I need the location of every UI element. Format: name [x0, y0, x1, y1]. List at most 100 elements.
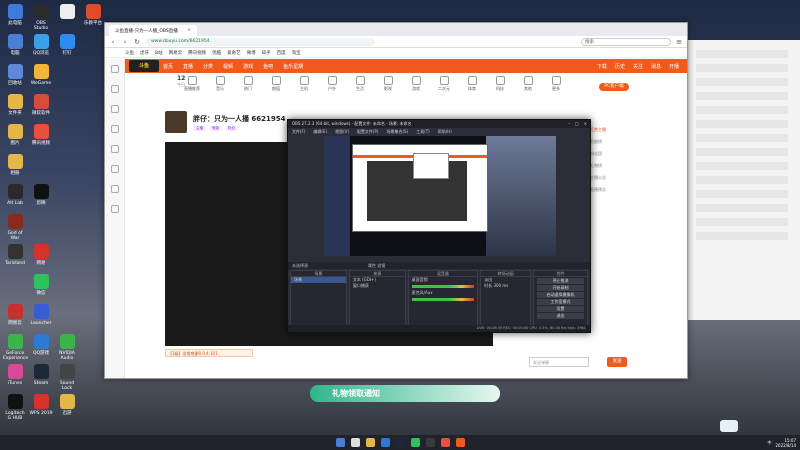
- obs-control-button[interactable]: 开始录制: [537, 285, 584, 291]
- category-item[interactable]: 音乐: [209, 76, 231, 92]
- nav-item[interactable]: 视频: [223, 63, 233, 70]
- bookmark-item[interactable]: 网易云: [169, 50, 183, 56]
- obs-control-button[interactable]: 退出: [537, 313, 584, 319]
- category-item[interactable]: 体育: [461, 76, 483, 92]
- panel-line[interactable]: 直播预告: [590, 187, 686, 193]
- rail-item[interactable]: [105, 199, 124, 219]
- obs-menu-item[interactable]: 文件(F): [292, 128, 305, 135]
- category-item[interactable]: 其他: [517, 76, 539, 92]
- panel-line[interactable]: 主播公告: [590, 175, 686, 181]
- rail-item[interactable]: [105, 59, 124, 79]
- desktop-icon[interactable]: 文件夹: [3, 94, 27, 116]
- category-item[interactable]: 二次元: [433, 76, 455, 92]
- source-item[interactable]: 窗口捕获: [350, 283, 405, 289]
- app-icon[interactable]: [440, 438, 450, 447]
- rail-item[interactable]: [105, 159, 124, 179]
- rail-item[interactable]: [105, 99, 124, 119]
- desktop-icon[interactable]: Alt Lab: [3, 184, 27, 206]
- nav-right-item[interactable]: 下载: [597, 63, 607, 70]
- desktop-icon[interactable]: 微信: [29, 274, 53, 296]
- streamer-avatar[interactable]: [165, 111, 187, 133]
- desktop-icon[interactable]: Logitech G HUB: [3, 394, 27, 421]
- desktop-icon[interactable]: 相册: [3, 154, 27, 176]
- panel-line[interactable]: 粉丝团: [590, 151, 686, 157]
- desktop-icon[interactable]: GeForce Experience: [3, 334, 28, 361]
- nav-item[interactable]: 鱼乐星期: [283, 63, 303, 70]
- obs-menu-item[interactable]: 视图(V): [335, 128, 349, 135]
- bookmark-item[interactable]: 斗鱼: [125, 50, 134, 56]
- panel-line[interactable]: 贡献榜: [590, 139, 686, 145]
- obs-menu-item[interactable]: 编辑(E): [313, 128, 327, 135]
- rail-item[interactable]: [105, 119, 124, 139]
- desktop-icon[interactable]: God of War: [3, 214, 27, 241]
- bookmark-item[interactable]: 百度: [277, 50, 286, 56]
- menu-icon[interactable]: ≡: [675, 38, 683, 46]
- url-field[interactable]: www.douyu.com/6621954: [145, 37, 375, 46]
- category-item[interactable]: 生活: [349, 76, 371, 92]
- desktop-icon[interactable]: 网易云: [3, 304, 27, 326]
- nav-item[interactable]: 直播: [183, 63, 193, 70]
- site-logo[interactable]: 斗鱼: [129, 60, 159, 72]
- desktop-icon[interactable]: WeGame: [29, 64, 53, 86]
- search-icon[interactable]: [350, 438, 360, 447]
- category-item[interactable]: 户外: [321, 76, 343, 92]
- desktop-icon[interactable]: 微软软件: [29, 94, 53, 116]
- category-item[interactable]: 主机: [293, 76, 315, 92]
- browser-tab[interactable]: 斗鱼直播-只为一人播_OBS直播 ×: [109, 25, 197, 36]
- desktop-icon[interactable]: 剪映: [29, 184, 53, 206]
- obs-control-button[interactable]: 工作室模式: [537, 299, 584, 305]
- chat-input[interactable]: 发送弹幕: [529, 357, 589, 367]
- desktop-icon[interactable]: OBS Studio: [29, 4, 53, 31]
- nav-right-item[interactable]: 关注: [633, 63, 643, 70]
- steam-icon[interactable]: [395, 438, 405, 447]
- desktop-icon[interactable]: Tarisland: [3, 244, 27, 266]
- bookmark-item[interactable]: B站: [155, 50, 163, 56]
- desktop-icon[interactable]: 电脑: [3, 34, 27, 56]
- start-icon[interactable]: [335, 438, 345, 447]
- desktop-icon[interactable]: 网易: [29, 244, 53, 266]
- close-icon[interactable]: ×: [584, 120, 587, 128]
- desktop-icon[interactable]: Steam: [29, 364, 53, 386]
- transition-duration[interactable]: 时长 300 ms: [481, 283, 530, 289]
- rail-item[interactable]: [105, 139, 124, 159]
- category-item[interactable]: 科技: [489, 76, 511, 92]
- tip-link[interactable]: 打赏主播: [590, 127, 686, 133]
- obs-control-button[interactable]: 停止推流: [537, 278, 584, 284]
- audio-meter[interactable]: [411, 298, 475, 301]
- maximize-icon[interactable]: □: [575, 120, 579, 128]
- obs-preview[interactable]: [324, 136, 556, 256]
- bookmark-item[interactable]: 优酷: [212, 50, 221, 56]
- desktop-icon[interactable]: NVIDIA Audio: [55, 334, 79, 361]
- nav-item[interactable]: 鱼吧: [263, 63, 273, 70]
- desktop-icon[interactable]: Sound Lock: [55, 364, 79, 391]
- scene-item[interactable]: 场景: [291, 277, 346, 283]
- nav-right-item[interactable]: 消息: [651, 63, 661, 70]
- category-item[interactable]: 游戏: [405, 76, 427, 92]
- desktop-icon[interactable]: 回收站: [3, 64, 27, 86]
- nav-right-item[interactable]: 历史: [615, 63, 625, 70]
- gift-banner[interactable]: 礼物领取通知: [310, 385, 500, 402]
- nav-item[interactable]: 分类: [203, 63, 213, 70]
- bookmark-item[interactable]: 虎牙: [140, 50, 149, 56]
- input-method[interactable]: 中: [767, 440, 771, 446]
- close-tab-icon[interactable]: ×: [187, 28, 191, 33]
- obs-menu-item[interactable]: 配置文件(P): [357, 128, 379, 135]
- audio-meter[interactable]: [411, 285, 475, 288]
- desktop-icon[interactable]: WPS 2019: [29, 394, 53, 416]
- source-props-label[interactable]: 属性 滤镜: [368, 262, 385, 269]
- rail-item[interactable]: [105, 79, 124, 99]
- obs-menu-item[interactable]: 场景集合(S): [386, 128, 408, 135]
- bookmark-item[interactable]: 淘宝: [292, 50, 301, 56]
- desktop-icon[interactable]: QQ浏览: [29, 34, 53, 56]
- pc-client-button[interactable]: PC客户端: [599, 83, 629, 91]
- rail-item[interactable]: [105, 179, 124, 199]
- back-icon[interactable]: ‹: [109, 38, 117, 46]
- bookmark-item[interactable]: 爱奇艺: [227, 50, 241, 56]
- wechat-icon[interactable]: [410, 438, 420, 447]
- obs-control-button[interactable]: 设置: [537, 306, 584, 312]
- nav-right-item[interactable]: 开播: [669, 63, 679, 70]
- desktop-icon[interactable]: QQ游戏: [29, 334, 53, 356]
- notification-avatar[interactable]: [720, 420, 738, 432]
- search-input[interactable]: 搜索: [581, 37, 671, 46]
- desktop-icon[interactable]: iTunes: [3, 364, 27, 386]
